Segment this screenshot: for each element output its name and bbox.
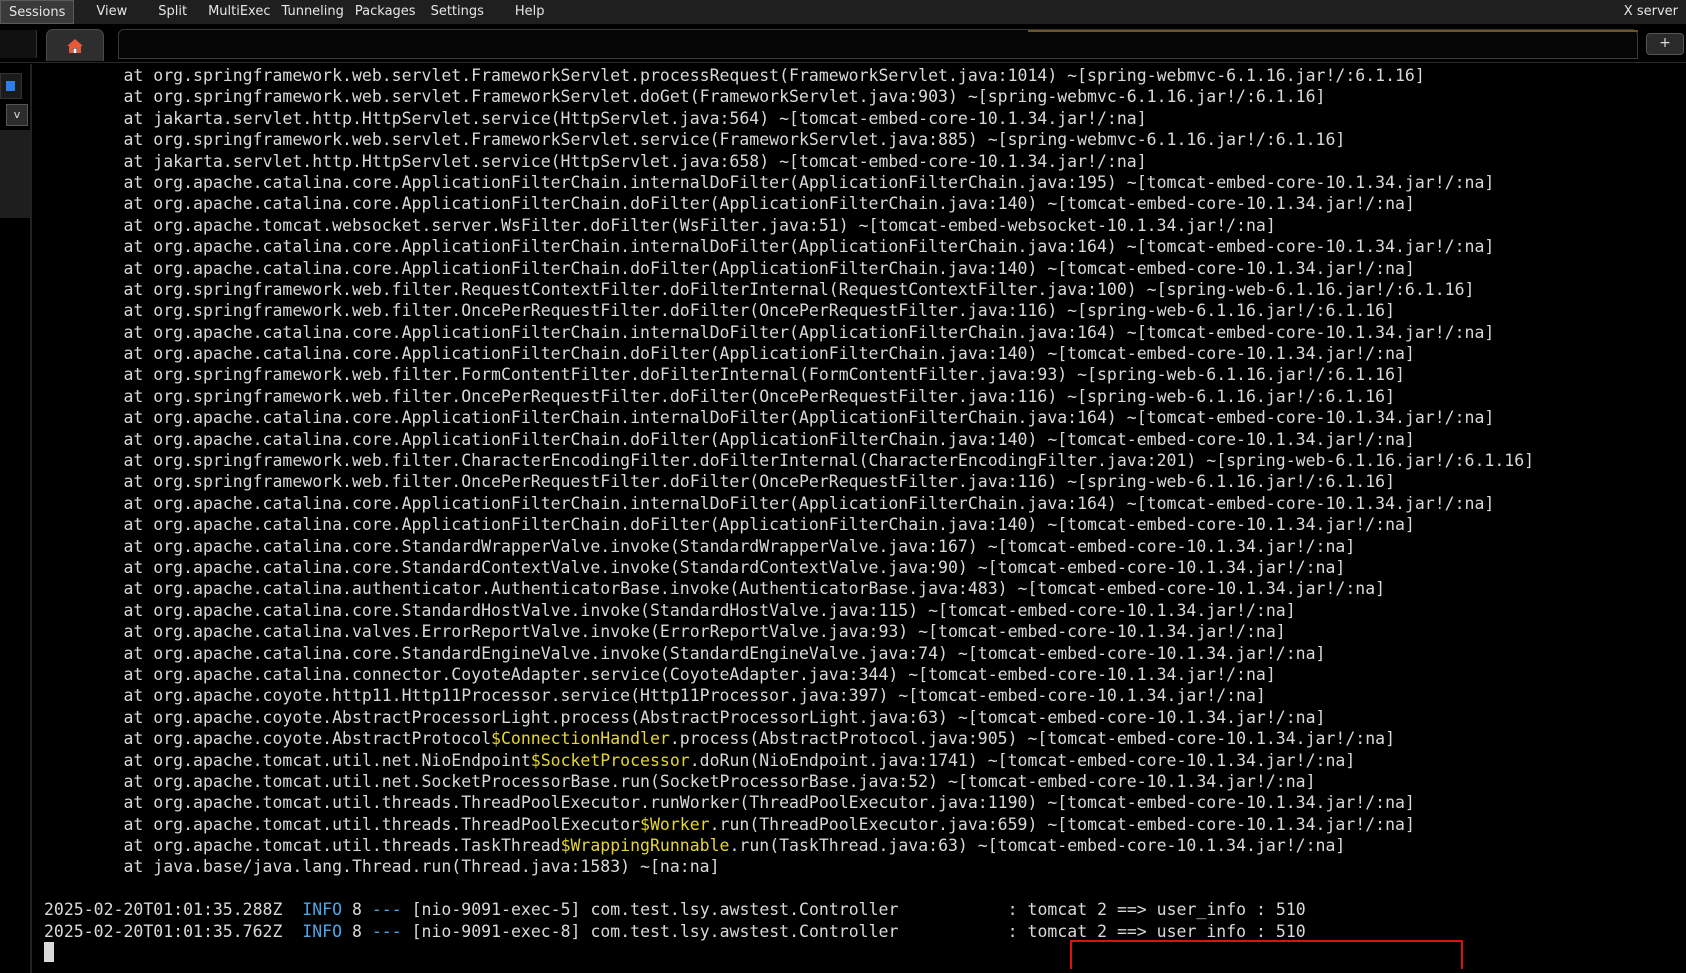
stack-trace-line: at org.apache.catalina.core.ApplicationF… xyxy=(44,172,1495,192)
terminal-lines: at org.springframework.web.servlet.Frame… xyxy=(44,65,1534,963)
log-logger: com.test.lsy.awstest.Controller xyxy=(590,900,899,920)
stack-trace-line: at org.apache.catalina.core.StandardWrap… xyxy=(44,536,1356,556)
stack-trace-line: at org.apache.tomcat.util.net.SocketProc… xyxy=(44,771,1316,791)
inner-class-name: $WrappingRunnable xyxy=(560,836,730,856)
menu-settings[interactable]: Settings xyxy=(425,0,493,24)
home-icon xyxy=(67,38,83,53)
log-level: INFO xyxy=(302,921,343,941)
stack-trace-line: at org.apache.coyote.http11.Http11Proces… xyxy=(44,686,1266,706)
stack-trace-line: at org.apache.coyote.AbstractProtocol$Co… xyxy=(44,729,1396,749)
sidebar-sessions-button[interactable] xyxy=(0,73,22,99)
stack-trace-line: at org.apache.catalina.core.ApplicationF… xyxy=(44,194,1415,214)
tab-bar: + xyxy=(0,24,1686,63)
sidebar-dropdown-button[interactable]: v xyxy=(6,104,28,126)
stack-trace-line: at org.apache.catalina.valves.ErrorRepor… xyxy=(44,622,1286,642)
stack-trace-line: at jakarta.servlet.http.HttpServlet.serv… xyxy=(44,151,1147,171)
inner-class-name: $Worker xyxy=(640,814,710,834)
stack-trace-line: at org.apache.catalina.core.StandardHost… xyxy=(44,600,1296,620)
stack-trace-line: at org.springframework.web.filter.OncePe… xyxy=(44,301,1396,321)
stack-trace-line: at org.springframework.web.servlet.Frame… xyxy=(44,130,1346,150)
home-tab[interactable] xyxy=(46,29,104,61)
left-sidebar: v xyxy=(0,64,32,973)
menu-view[interactable]: View xyxy=(74,0,136,24)
sidebar-panel xyxy=(0,130,30,218)
terminal-output[interactable]: at org.springframework.web.servlet.Frame… xyxy=(34,64,1684,969)
tab-bar-left-stub xyxy=(0,30,37,58)
log-timestamp: 2025-02-20T01:01:35.762Z xyxy=(44,921,283,941)
x-server-button[interactable]: X server xyxy=(1624,0,1686,24)
log-line: 2025-02-20T01:01:35.288Z INFO 8 --- [nio… xyxy=(44,899,1534,920)
stack-trace-line: at java.base/java.lang.Thread.run(Thread… xyxy=(44,857,720,877)
stack-trace-line: at org.springframework.web.filter.Reques… xyxy=(44,279,1475,299)
stack-trace-line: at org.springframework.web.filter.Charac… xyxy=(44,451,1535,471)
stack-trace-line: at org.apache.tomcat.util.threads.TaskTh… xyxy=(44,836,1346,856)
stack-trace-line: at org.apache.tomcat.util.threads.Thread… xyxy=(44,814,1415,834)
menu-sessions[interactable]: Sessions xyxy=(0,0,75,24)
stack-trace-line: at org.apache.catalina.core.ApplicationF… xyxy=(44,515,1415,535)
stack-trace-line: at org.apache.catalina.core.ApplicationF… xyxy=(44,408,1495,428)
stack-trace-line: at org.apache.catalina.core.StandardEngi… xyxy=(44,643,1326,663)
menu-help[interactable]: Help xyxy=(493,0,554,24)
sidebar-divider xyxy=(30,64,32,973)
stack-trace-line: at org.apache.catalina.core.StandardCont… xyxy=(44,557,1346,577)
log-separator: --- xyxy=(371,921,402,941)
inner-class-name: $ConnectionHandler xyxy=(491,729,670,749)
menu-split[interactable]: Split xyxy=(136,0,196,24)
stack-trace-line: at org.apache.catalina.core.ApplicationF… xyxy=(44,344,1415,364)
stack-trace-line: at org.springframework.web.filter.FormCo… xyxy=(44,365,1405,385)
stack-trace-line: at org.apache.tomcat.util.threads.Thread… xyxy=(44,793,1415,813)
log-message: : tomcat 2 ==> user_info : 510 xyxy=(1007,921,1306,941)
stack-trace-line: at org.springframework.web.servlet.Frame… xyxy=(44,66,1425,85)
log-timestamp: 2025-02-20T01:01:35.288Z xyxy=(44,900,283,920)
log-thread: [nio-9091-exec-5] xyxy=(411,900,581,920)
session-tab[interactable] xyxy=(118,29,1638,59)
stack-trace-line: at org.apache.catalina.core.ApplicationF… xyxy=(44,237,1495,257)
stack-trace-line: at org.apache.coyote.AbstractProcessorLi… xyxy=(44,707,1326,727)
stack-trace-line: at org.apache.catalina.connector.CoyoteA… xyxy=(44,664,1276,684)
stack-trace-line: at org.apache.catalina.authenticator.Aut… xyxy=(44,579,1386,599)
stack-trace-line: at org.springframework.web.filter.OncePe… xyxy=(44,386,1396,406)
log-pid: 8 xyxy=(351,921,362,941)
log-line: 2025-02-20T01:01:35.762Z INFO 8 --- [nio… xyxy=(44,921,1534,942)
menu-multiexec[interactable]: MultiExec xyxy=(196,0,279,24)
new-tab-button[interactable]: + xyxy=(1646,33,1684,55)
stack-trace-line: at org.apache.catalina.core.ApplicationF… xyxy=(44,258,1415,278)
log-level: INFO xyxy=(302,900,343,920)
sessions-icon xyxy=(6,81,15,91)
terminal-cursor xyxy=(44,942,54,963)
log-pid: 8 xyxy=(351,900,362,920)
stack-trace-line: at jakarta.servlet.http.HttpServlet.serv… xyxy=(44,108,1147,128)
menu-packages[interactable]: Packages xyxy=(353,0,425,24)
stack-trace-line: at org.springframework.web.servlet.Frame… xyxy=(44,87,1326,107)
menu-bar: Sessions View Split MultiExec Tunneling … xyxy=(0,0,1686,24)
stack-trace-line: at org.apache.catalina.core.ApplicationF… xyxy=(44,322,1495,342)
mobaxterm-window: Sessions View Split MultiExec Tunneling … xyxy=(0,0,1686,973)
stack-trace-line: at org.apache.catalina.core.ApplicationF… xyxy=(44,429,1415,449)
stack-trace-line: at org.apache.tomcat.websocket.server.Ws… xyxy=(44,215,1276,235)
stack-trace-line: at org.apache.tomcat.util.net.NioEndpoin… xyxy=(44,750,1356,770)
inner-class-name: $SocketProcessor xyxy=(530,750,690,770)
chevron-down-icon: v xyxy=(13,108,21,121)
log-separator: --- xyxy=(371,900,402,920)
stack-trace-line: at org.apache.catalina.core.ApplicationF… xyxy=(44,493,1495,513)
session-tab-accent xyxy=(1028,30,1638,32)
log-message: : tomcat 2 ==> user_info : 510 xyxy=(1007,900,1306,920)
prompt-line xyxy=(44,942,1534,963)
log-thread: [nio-9091-exec-8] xyxy=(411,921,581,941)
log-logger: com.test.lsy.awstest.Controller xyxy=(590,921,899,941)
menu-tunneling[interactable]: Tunneling xyxy=(280,0,353,24)
stack-trace-line: at org.springframework.web.filter.OncePe… xyxy=(44,472,1396,492)
